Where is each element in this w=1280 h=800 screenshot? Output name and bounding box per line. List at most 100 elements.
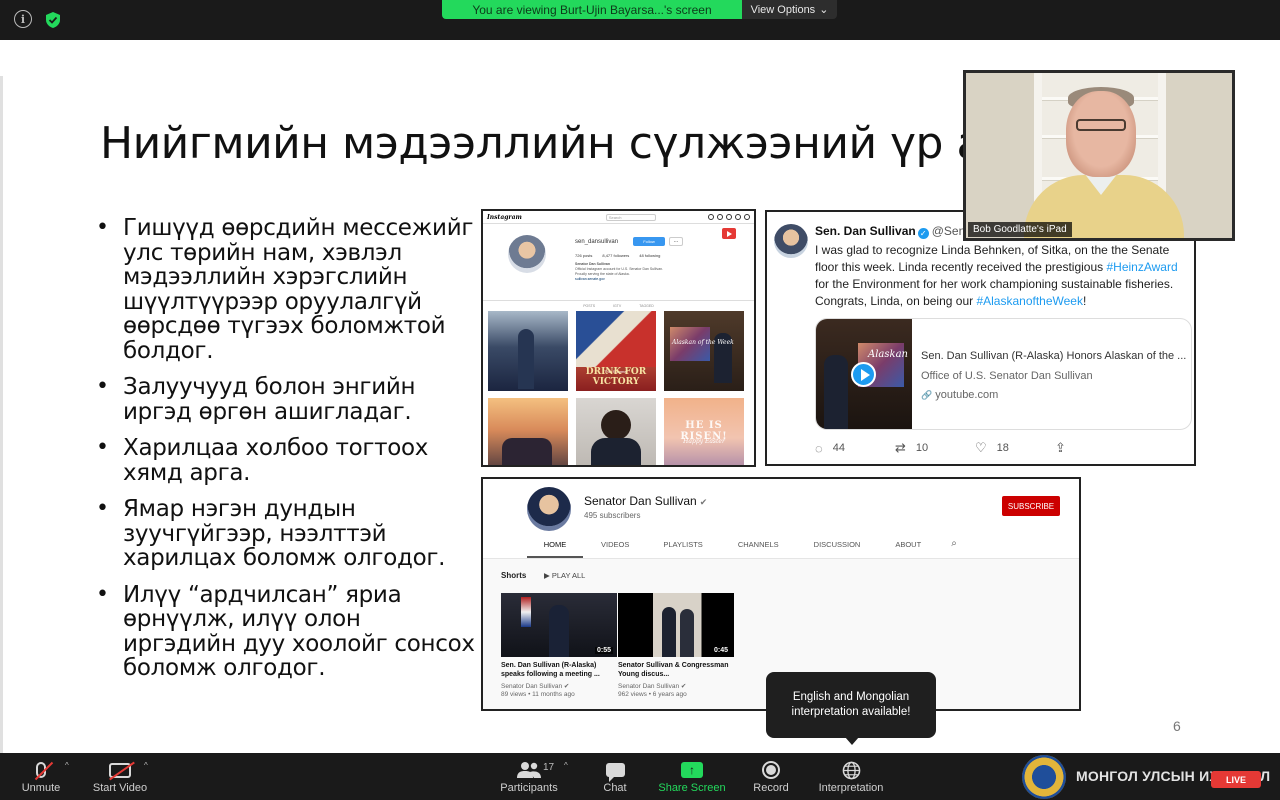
screen-share-banner: You are viewing Burt-Ujin Bayarsa...'s s… (442, 0, 742, 19)
view-options-label: View Options (750, 3, 816, 16)
video-title: Senator Sullivan & Congressman Young dis… (618, 662, 729, 678)
participants-count: 17 (543, 762, 555, 773)
post-thumbnail: Alaskan of the Week (664, 311, 744, 391)
participant-video-tile[interactable]: Bob Goodlatte's iPad (963, 70, 1235, 241)
tweet-link-card: Alaskan Sen. Dan Sullivan (R-Alaska) Hon… (815, 318, 1192, 430)
instagram-nav-icons (708, 214, 750, 220)
post-thumbnail (576, 398, 656, 465)
more-button: ... (669, 237, 683, 246)
bio-link: sullivan.senate.gov (575, 277, 605, 281)
participant-face (1066, 91, 1136, 177)
instagram-screenshot: Instagram Search sen_dansullivan Follow … (481, 209, 756, 467)
followers-count: 8,477 followers (602, 253, 630, 258)
chat-button[interactable]: Chat (600, 758, 630, 798)
home-icon (708, 214, 714, 220)
participants-label: Participants (500, 782, 558, 794)
tweet-actions: ◌ 44 ⇄ 10 ♡ 18 ⇪ (815, 440, 1135, 456)
record-button[interactable]: Record (751, 758, 791, 798)
video-thumbnail: 0:55 (501, 593, 617, 657)
youtube-logo-icon (722, 228, 736, 239)
post-caption: Alaskan of the Week (672, 339, 734, 346)
card-link: 🔗 youtube.com (921, 389, 998, 401)
video-thumbnail: 0:45 (618, 593, 734, 657)
slide-edge (0, 76, 3, 753)
hashtag-link: #AlaskanoftheWeek (976, 294, 1083, 308)
bullet-item: Харилцаа холбоо тогтоох хямд арга. (96, 436, 476, 485)
view-options-button[interactable]: View Options ⌄ (742, 0, 837, 19)
like-action: ♡ 18 (975, 440, 1055, 456)
bullet-item: Залуучууд болон энгийн иргэд өргөн ашигл… (96, 375, 476, 424)
audio-options-caret[interactable]: ^ (65, 761, 69, 770)
chat-label: Chat (603, 782, 627, 794)
tab-about: ABOUT (895, 540, 922, 549)
share-screen-label: Share Screen (658, 782, 726, 794)
retweet-icon: ⇄ (895, 440, 906, 455)
tab-playlists: PLAYLISTS (663, 540, 703, 549)
record-icon (762, 758, 780, 782)
post-thumbnail (488, 311, 568, 391)
search-icon: ⌕ (951, 538, 957, 549)
share-icon: ⇪ (1055, 440, 1066, 455)
instagram-logo: Instagram (487, 213, 522, 221)
video-off-icon (109, 758, 135, 782)
bullet-item: Гишүүд өөрсдийн мессежийг улс төрийн нам… (96, 216, 476, 363)
participants-icon (517, 758, 541, 782)
explore-icon (726, 214, 732, 220)
tweet-screenshot: Sen. Dan Sullivan✓@SenDanSullivan I was … (765, 210, 1196, 466)
parliament-emblem-icon (1022, 755, 1066, 799)
instagram-search: Search (605, 213, 656, 221)
info-icon[interactable]: i (14, 10, 32, 28)
video-meta: 962 views • 6 years ago (618, 691, 687, 698)
card-title: Sen. Dan Sullivan (R-Alaska) Honors Alas… (921, 350, 1187, 362)
instagram-username: sen_dansullivan (575, 239, 619, 245)
post-thumbnail: HE IS RISEN! Happy Easter (664, 398, 744, 465)
heart-icon (735, 214, 741, 220)
subscribe-button: SUBSCRIBE (1002, 496, 1060, 516)
start-video-button[interactable]: Start Video (90, 758, 150, 798)
card-channel: Office of U.S. Senator Dan Sullivan (921, 370, 1093, 382)
hashtag-link: #HeinzAward (1106, 260, 1178, 274)
participant-name-label: Bob Goodlatte's iPad (968, 222, 1072, 237)
tab-home: HOME (527, 536, 583, 558)
card-link-text: youtube.com (935, 389, 999, 401)
mic-muted-icon (34, 758, 54, 782)
shorts-label: Shorts (501, 571, 527, 580)
retweet-action: ⇄ 10 (895, 440, 975, 456)
video-duration: 0:45 (711, 647, 730, 654)
bullet-item: Илүү “ардчилсан” яриа өрнүүлж, илүү олон… (96, 582, 476, 681)
thumb-caption: Alaskan (868, 349, 908, 360)
live-badge: LIVE (1211, 771, 1261, 788)
video-item: 0:55 Sen. Dan Sullivan (R-Alaska) speaks… (501, 593, 617, 698)
follow-button: Follow (633, 237, 665, 246)
youtube-channel-name: Senator Dan Sullivan ✔ (584, 494, 707, 508)
instagram-bio: Senator Dan Sullivan Official Instagram … (575, 262, 665, 282)
reply-count: 44 (832, 442, 845, 454)
instagram-post-grid: This Summer DRINK FOR VICTORY Alaskan of… (488, 311, 750, 465)
post-subcaption: Happy Easter (683, 438, 725, 445)
tab-posts: POSTS (583, 304, 596, 308)
tweet-author-name: Sen. Dan Sullivan (815, 224, 916, 238)
play-all-button: ▶ PLAY ALL (544, 571, 586, 580)
unmute-button[interactable]: Unmute (18, 758, 64, 798)
tab-discussion: DISCUSSION (813, 540, 861, 549)
tab-igtv: IGTV (613, 304, 622, 308)
post-thumbnail: This Summer DRINK FOR VICTORY (576, 311, 656, 391)
bullet-item: Ямар нэгэн дундын зуучгүйгээр, нээлттэй … (96, 497, 476, 571)
verified-icon: ✓ (917, 228, 929, 239)
participants-options-caret[interactable]: ^ (564, 761, 568, 770)
interpretation-button[interactable]: Interpretation (814, 758, 888, 798)
slide-page-number: 6 (1173, 718, 1181, 734)
like-count: 18 (996, 442, 1009, 454)
shield-check-icon[interactable] (42, 9, 64, 31)
slide-title: Нийгмийн мэдээллийн сүлжээний үр аш (100, 118, 1023, 169)
reply-action: ◌ 44 (815, 440, 895, 456)
video-item: 0:45 Senator Sullivan & Congressman Youn… (618, 593, 734, 698)
link-icon: 🔗 (921, 390, 933, 400)
video-options-caret[interactable]: ^ (144, 761, 148, 770)
posts-count: 726 posts (575, 253, 593, 258)
instagram-tabs: POSTS IGTV TAGGED (483, 300, 754, 308)
tweet-text-part: ! (1082, 294, 1087, 308)
share-screen-button[interactable]: ↑ Share Screen (656, 758, 728, 798)
instagram-stats: 726 posts 8,477 followers 48 following (575, 253, 660, 258)
bullet-list: Гишүүд өөрсдийн мессежийг улс төрийн нам… (96, 216, 476, 693)
